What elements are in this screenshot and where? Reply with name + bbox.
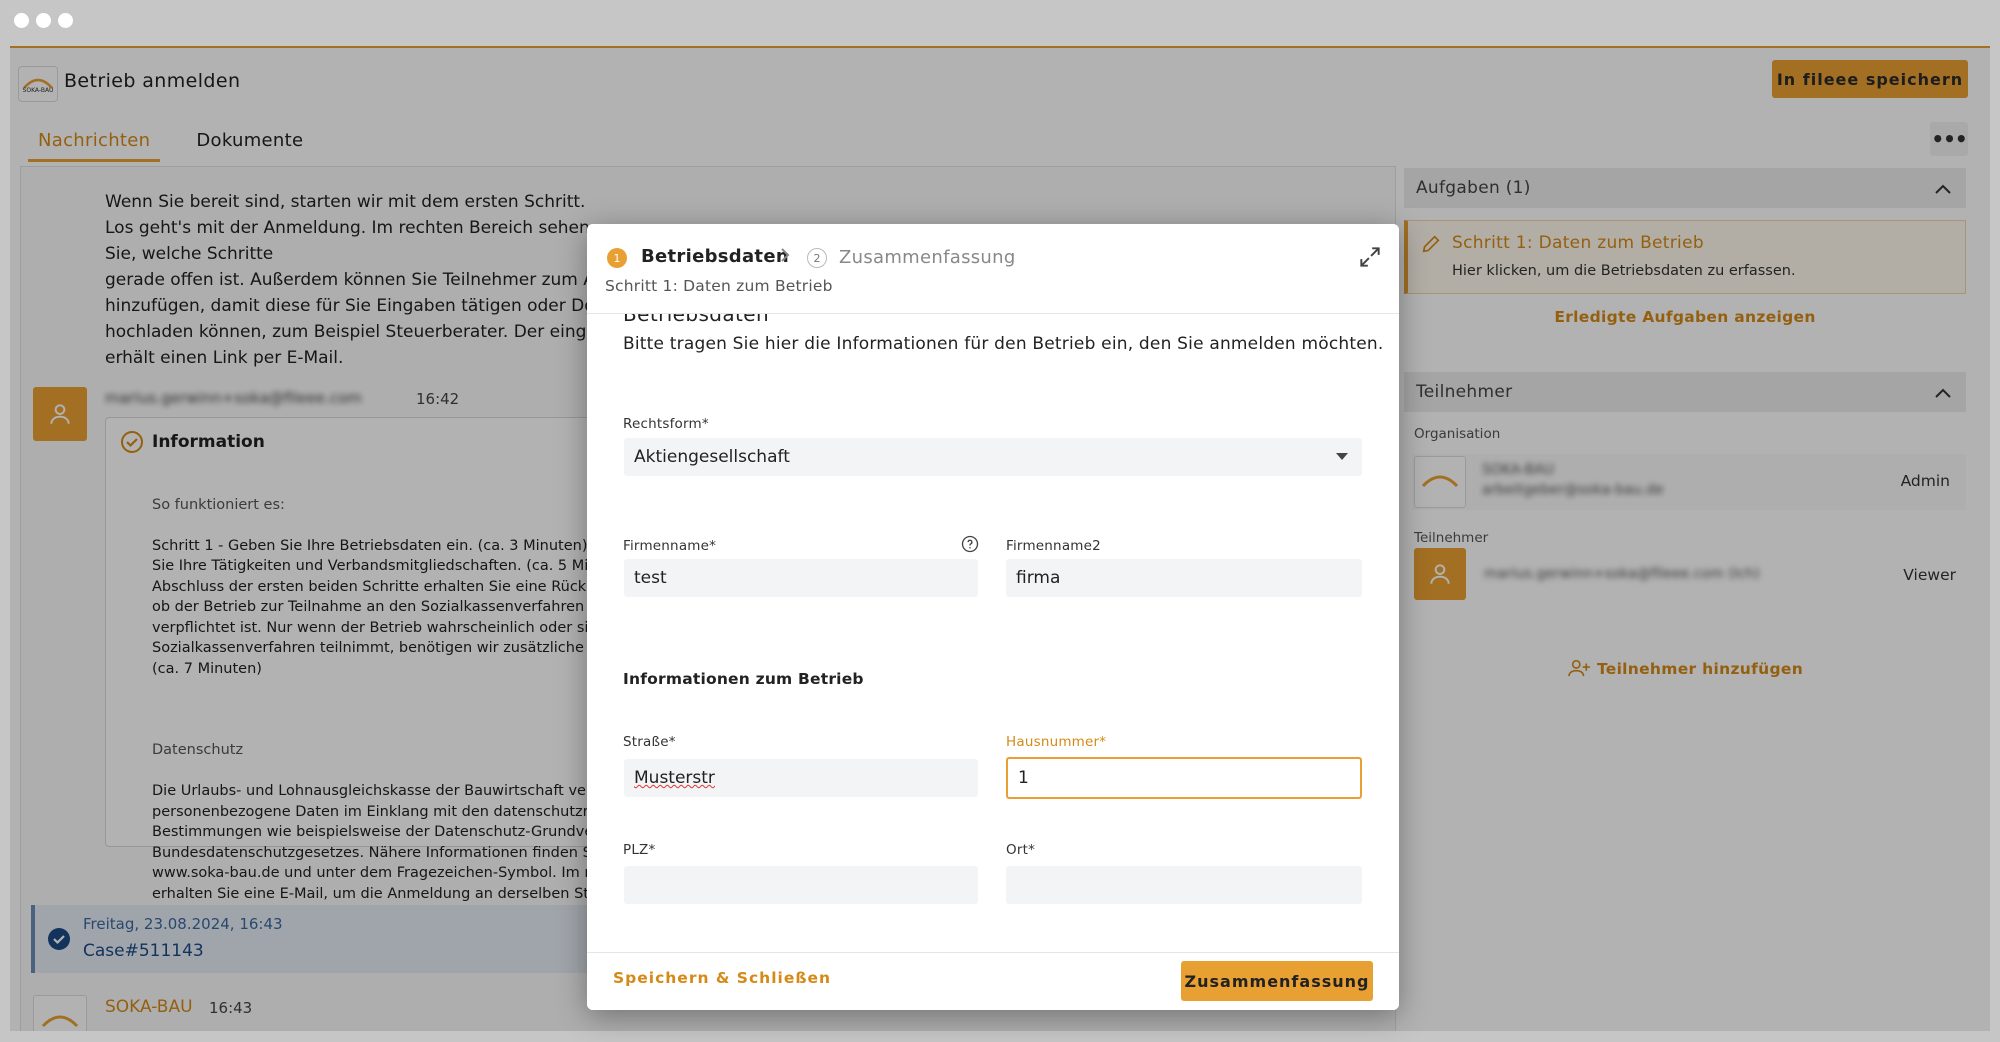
firmenname2-input[interactable]: firma — [1006, 559, 1362, 597]
intro-text: Bitte tragen Sie hier die Informationen … — [623, 334, 1384, 354]
save-and-close-button[interactable]: Speichern & Schließen — [613, 969, 831, 987]
ort-input[interactable] — [1006, 866, 1362, 904]
summary-button[interactable]: Zusammenfassung — [1181, 961, 1373, 1001]
rechtsform-select[interactable]: Aktiengesellschaft — [624, 438, 1362, 476]
dialog-footer: Speichern & Schließen Zusammenfassung — [587, 952, 1399, 1010]
strasse-label: Straße* — [623, 734, 676, 750]
firmenname-label: Firmenname* — [623, 538, 717, 554]
rechtsform-value: Aktiengesellschaft — [634, 447, 790, 467]
window-maximize-dot[interactable] — [58, 13, 73, 28]
plz-label: PLZ* — [623, 842, 656, 858]
firmenname2-label: Firmenname2 — [1006, 538, 1101, 554]
firmenname-input[interactable]: test — [624, 559, 978, 597]
step-1-label[interactable]: Betriebsdaten — [641, 246, 789, 267]
stepper-header: 1 Betriebsdaten 2 Zusammenfassung Schrit… — [587, 224, 1399, 314]
expand-icon[interactable] — [1357, 244, 1383, 274]
hausnummer-label: Hausnummer* — [1006, 734, 1107, 750]
dialog-body[interactable]: Betriebsdaten Bitte tragen Sie hier die … — [587, 314, 1399, 930]
strasse-input[interactable]: Musterstr — [624, 759, 978, 797]
plz-input[interactable] — [624, 866, 978, 904]
step-subtitle: Schritt 1: Daten zum Betrieb — [605, 277, 833, 295]
firmenname2-value: firma — [1016, 568, 1061, 588]
strasse-value: Musterstr — [634, 768, 715, 788]
hausnummer-value: 1 — [1018, 768, 1029, 788]
window-minimize-dot[interactable] — [36, 13, 51, 28]
section-title: Betriebsdaten — [623, 314, 770, 326]
hausnummer-input[interactable]: 1 — [1006, 757, 1362, 799]
help-icon[interactable] — [961, 535, 979, 557]
chevron-right-icon — [779, 246, 791, 269]
step-2-label[interactable]: Zusammenfassung — [839, 247, 1016, 268]
group-title: Informationen zum Betrieb — [623, 670, 864, 688]
caret-down-icon — [1336, 453, 1348, 460]
window-close-dot[interactable] — [14, 13, 29, 28]
rechtsform-label: Rechtsform* — [623, 416, 709, 432]
window-titlebar — [0, 0, 2000, 46]
business-data-dialog: 1 Betriebsdaten 2 Zusammenfassung Schrit… — [587, 224, 1399, 1010]
firmenname-value: test — [634, 568, 667, 588]
step-1-badge: 1 — [607, 248, 627, 268]
step-2-badge: 2 — [807, 248, 827, 268]
ort-label: Ort* — [1006, 842, 1036, 858]
